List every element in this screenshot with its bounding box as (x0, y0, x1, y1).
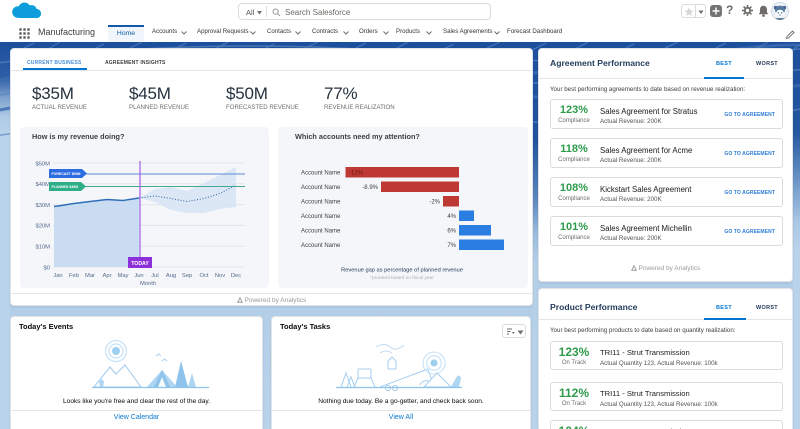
svg-text:Feb: Feb (69, 273, 79, 279)
svg-text:TODAY: TODAY (131, 261, 149, 267)
svg-text:Account Name: Account Name (301, 200, 341, 206)
svg-text:$10M: $10M (35, 245, 50, 251)
svg-text:4%: 4% (447, 214, 456, 220)
svg-text:6%: 6% (447, 229, 456, 235)
svg-text:Account Name: Account Name (301, 214, 341, 220)
svg-text:$0: $0 (44, 265, 50, 271)
svg-text:Jun: Jun (134, 273, 143, 279)
svg-text:Jul: Jul (151, 273, 158, 279)
svg-text:Account Name: Account Name (301, 229, 341, 235)
svg-text:PLANNED $45M: PLANNED $45M (52, 185, 79, 189)
svg-text:-8.9%: -8.9% (362, 185, 378, 191)
svg-text:Account Name: Account Name (301, 185, 341, 191)
svg-text:*prorated based on fiscal year: *prorated based on fiscal year (370, 275, 434, 281)
svg-text:May: May (118, 273, 129, 279)
svg-text:$30M: $30M (35, 203, 50, 209)
svg-text:Account Name: Account Name (301, 171, 341, 177)
svg-text:Oct: Oct (199, 273, 208, 279)
svg-text:FORECAST $50M: FORECAST $50M (52, 172, 81, 176)
svg-text:Dec: Dec (231, 273, 241, 279)
svg-text:Mar: Mar (85, 273, 95, 279)
svg-text:Month: Month (140, 281, 156, 287)
svg-text:-12%: -12% (349, 171, 364, 177)
svg-text:$40M: $40M (35, 182, 50, 188)
svg-text:-2%: -2% (429, 200, 440, 206)
svg-text:Aug: Aug (166, 273, 176, 279)
svg-text:Jan: Jan (53, 273, 62, 279)
svg-text:$20M: $20M (35, 224, 50, 230)
svg-text:7%: 7% (447, 243, 456, 249)
svg-text:Account Name: Account Name (301, 243, 341, 249)
svg-text:Nov: Nov (215, 273, 225, 279)
svg-text:Revenue gap as percentage of p: Revenue gap as percentage of planned rev… (341, 268, 463, 274)
svg-text:Apr: Apr (102, 273, 111, 279)
svg-text:Sep: Sep (182, 273, 192, 279)
svg-text:$50M: $50M (35, 161, 50, 167)
